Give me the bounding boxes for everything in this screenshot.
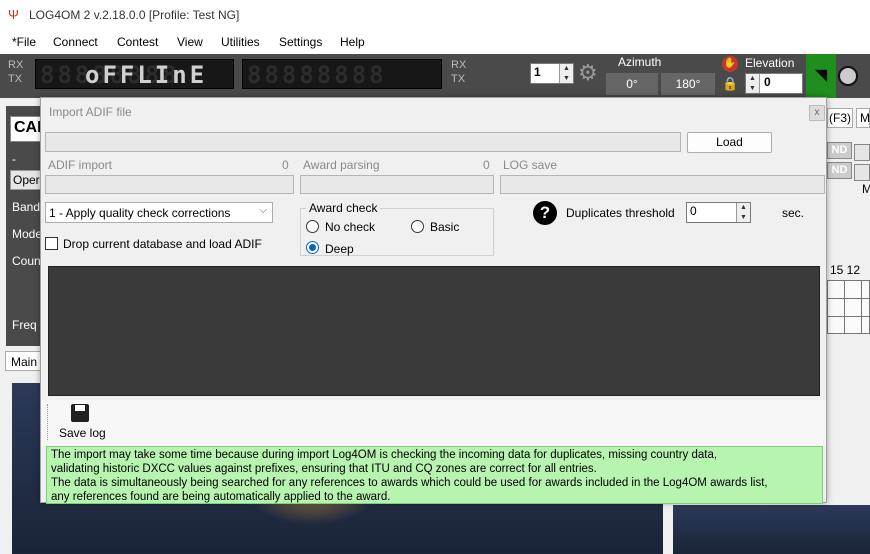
info-line-3: The data is simultaneously being searche…: [51, 477, 768, 489]
info-line-2: validating historic DXCC values against …: [51, 463, 597, 475]
award-parsing-count: 0: [483, 158, 490, 172]
status-lcd: 88888888 oFFLInE: [35, 59, 234, 89]
right-panel: (F3) M ND ND M 15 12: [826, 106, 870, 342]
stop-hand-icon[interactable]: ✋: [722, 56, 738, 72]
label-band: Band: [12, 200, 41, 214]
dialog-title: Import ADIF file: [49, 105, 132, 119]
wifi-signal-icon[interactable]: ◥: [806, 54, 836, 98]
menu-bar: *File Connect Contest View Utilities Set…: [0, 30, 870, 54]
globe-icon[interactable]: [838, 66, 858, 86]
callsign-input[interactable]: CAL: [10, 116, 47, 142]
nd-side-2: [854, 164, 870, 181]
menu-view[interactable]: View: [177, 35, 203, 49]
adif-import-count: 0: [282, 158, 289, 172]
adif-file-path-input[interactable]: [45, 132, 681, 152]
label-freq: Freq: [12, 318, 37, 332]
lock-icon[interactable]: 🔒: [722, 76, 738, 92]
m-label: M: [862, 182, 870, 196]
label-country: Coun: [12, 254, 41, 268]
help-icon[interactable]: ?: [533, 201, 557, 225]
dialog-close-button[interactable]: x: [809, 105, 825, 121]
frequency-lcd: 88888888: [242, 59, 442, 89]
rx-label-2: RX: [451, 59, 467, 71]
azimuth-long-path[interactable]: 180°: [661, 73, 715, 95]
award-parsing-progress: [300, 175, 494, 194]
m-button[interactable]: M: [856, 108, 870, 128]
duplicates-threshold-arrows[interactable]: ▲ ▼: [736, 203, 750, 222]
label-mode: Mode: [12, 227, 43, 241]
tab-main[interactable]: Main: [5, 351, 43, 371]
duplicates-threshold-label: Duplicates threshold: [566, 206, 675, 220]
floppy-disk-icon: [71, 404, 89, 422]
band-numbers: 15 12: [830, 263, 861, 277]
radio-index-arrows[interactable]: ▲ ▼: [559, 64, 573, 83]
elevation-arrows[interactable]: ▲ ▼: [746, 74, 760, 93]
duplicates-threshold-stepper[interactable]: 0 ▲ ▼: [686, 202, 751, 223]
adif-import-label: ADIF import: [48, 158, 113, 172]
gear-icon[interactable]: ⚙: [578, 62, 600, 84]
azimuth-label: Azimuth: [618, 55, 662, 69]
menu-help[interactable]: Help: [340, 35, 365, 49]
frequency-lcd-text: 88888888: [247, 61, 387, 89]
adif-import-progress: [45, 175, 294, 194]
app-logo-icon: Ψ: [8, 7, 19, 22]
menu-connect[interactable]: Connect: [53, 35, 98, 49]
left-panel: - Band Mode Coun Freq: [6, 106, 44, 346]
nd-side-1: [854, 144, 870, 161]
nd-indicator-1: ND: [827, 142, 852, 159]
elevation-value: 0: [764, 75, 771, 89]
radio-index-stepper[interactable]: 1 ▲ ▼: [530, 63, 574, 84]
status-lcd-text: oFFLInE: [85, 61, 208, 89]
radio-toolbar: RX TX 88888888 oFFLInE 88888888 RX TX 1 …: [0, 54, 870, 98]
quality-check-select[interactable]: 1 - Apply quality check corrections ⌵: [45, 202, 273, 223]
info-line-1: The import may take some time because du…: [51, 449, 718, 461]
toolbar-grip: [47, 404, 48, 440]
world-map-right: [673, 505, 870, 554]
save-toolbar: Save log: [41, 400, 826, 446]
menu-file[interactable]: *File: [12, 35, 36, 49]
radio-no-check[interactable]: [306, 220, 319, 233]
save-log-label: Save log: [59, 426, 106, 440]
tx-label-2: TX: [451, 73, 466, 85]
menu-settings[interactable]: Settings: [279, 35, 322, 49]
radio-no-check-label: No check: [325, 220, 376, 234]
quality-check-selected: 1 - Apply quality check corrections: [49, 206, 231, 220]
menu-contest[interactable]: Contest: [117, 35, 158, 49]
radio-index-value: 1: [534, 65, 541, 79]
tx-label: TX: [8, 73, 23, 85]
info-line-4: any references found are being automatic…: [51, 491, 391, 503]
import-log-area[interactable]: [48, 266, 820, 396]
duplicates-threshold-value: 0: [690, 204, 697, 218]
elevation-label: Elevation: [745, 56, 795, 70]
drop-database-checkbox[interactable]: [45, 237, 58, 250]
drop-database-label: Drop current database and load ADIF: [63, 237, 262, 251]
save-log-button[interactable]: Save log: [57, 402, 107, 442]
duplicates-unit-label: sec.: [782, 206, 805, 220]
nd-indicator-2: ND: [827, 162, 852, 179]
label-dash: -: [12, 152, 16, 166]
chevron-down-icon: ⌵: [259, 205, 267, 216]
floppy-label: [75, 405, 85, 411]
radio-deep-label: Deep: [325, 242, 354, 256]
menu-utilities[interactable]: Utilities: [221, 35, 260, 49]
window-title: LOG4OM 2 v.2.18.0.0 [Profile: Test NG]: [29, 8, 240, 22]
radio-basic-label: Basic: [430, 220, 460, 234]
title-bar: Ψ LOG4OM 2 v.2.18.0.0 [Profile: Test NG]: [0, 0, 870, 30]
award-check-title: Award check: [306, 201, 381, 215]
azimuth-short-path[interactable]: 0°: [606, 73, 658, 95]
log-save-label: LOG save: [503, 158, 558, 172]
import-info-note: The import may take some time because du…: [46, 446, 823, 504]
radio-deep[interactable]: [306, 241, 319, 254]
rx-label: RX: [8, 59, 24, 71]
f3-button[interactable]: (F3): [827, 108, 853, 128]
elevation-stepper[interactable]: ▲ ▼ 0: [745, 73, 803, 94]
load-button[interactable]: Load: [687, 132, 772, 153]
radio-basic[interactable]: [411, 220, 424, 233]
band-grid: [827, 280, 870, 334]
import-adif-dialog: Import ADIF file x Load ADIF import 0 Aw…: [40, 97, 827, 504]
log-save-progress: [500, 175, 825, 194]
operator-field[interactable]: Oper: [10, 170, 44, 190]
award-parsing-label: Award parsing: [303, 158, 380, 172]
